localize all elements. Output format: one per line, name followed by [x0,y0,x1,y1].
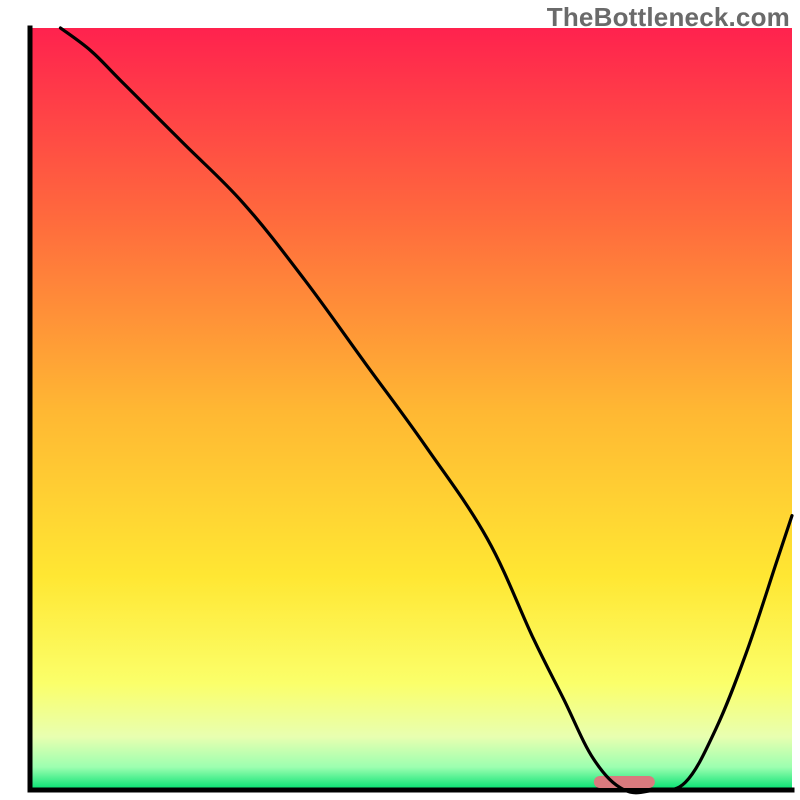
chart-container: TheBottleneck.com [0,0,800,800]
bottleneck-chart [0,0,800,800]
highlight-segment [594,776,655,788]
plot-background [30,28,792,790]
watermark-text: TheBottleneck.com [547,2,790,33]
